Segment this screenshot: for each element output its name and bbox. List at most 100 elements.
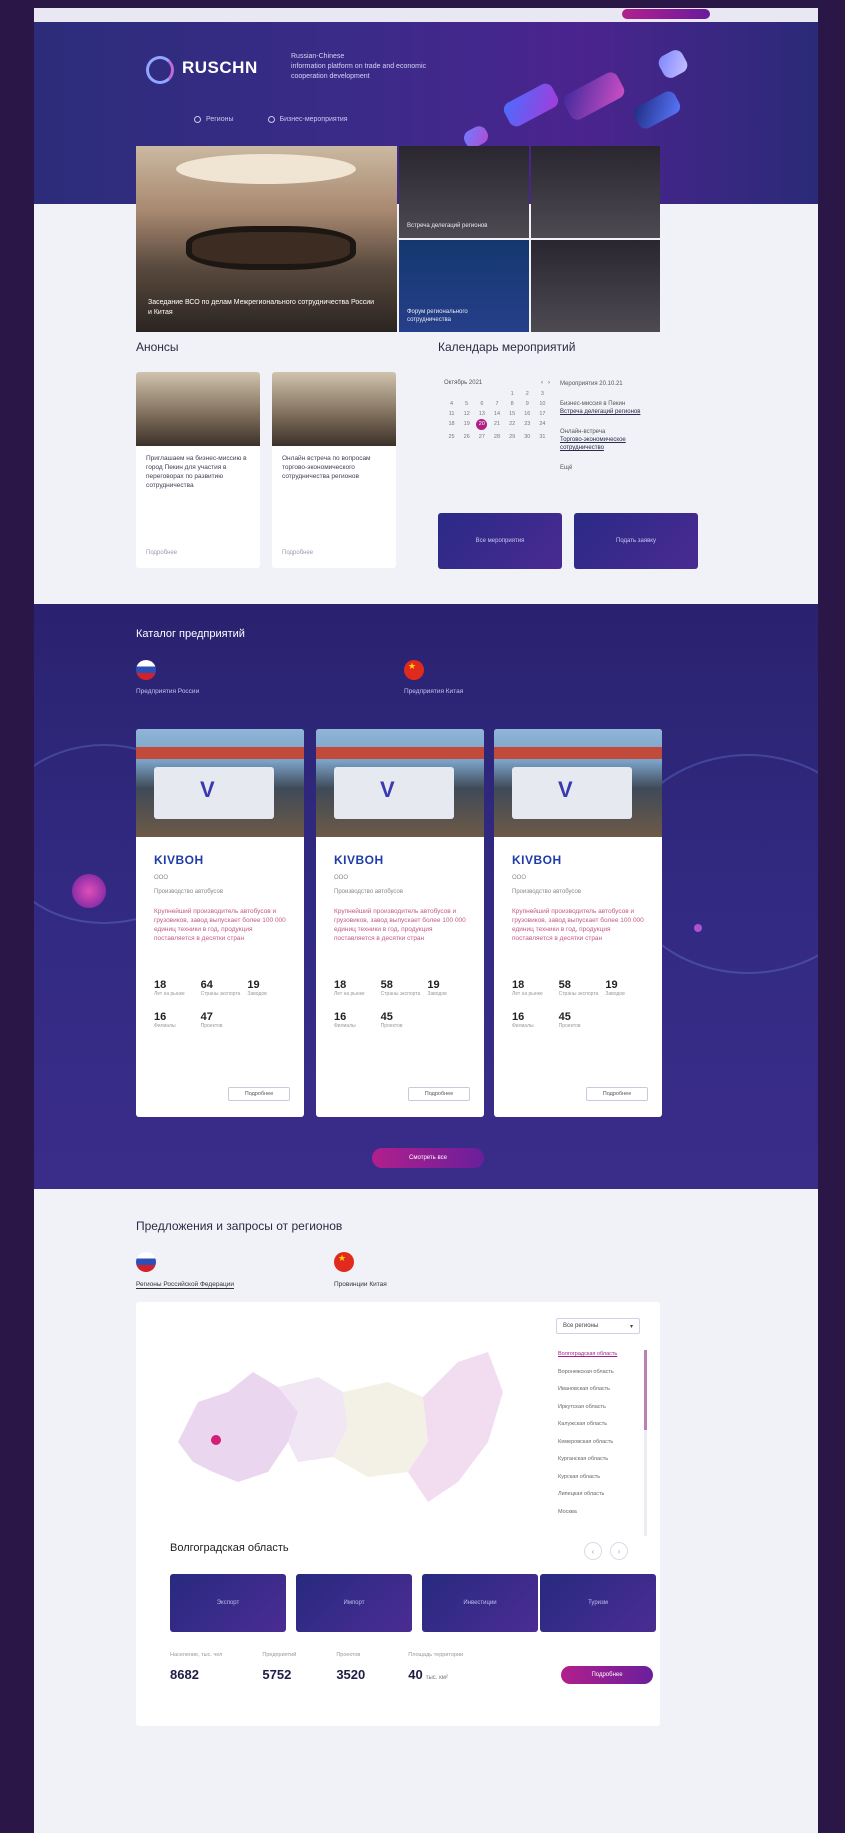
calendar-day[interactable]: 14 xyxy=(489,411,504,417)
calendar-day[interactable]: 6 xyxy=(474,401,489,407)
calendar-day[interactable]: 13 xyxy=(474,411,489,417)
region-list-item[interactable]: Калужская область xyxy=(558,1416,640,1434)
calendar-day[interactable]: 26 xyxy=(459,434,474,440)
top-action-button[interactable] xyxy=(622,9,710,19)
calendar-day[interactable]: 25 xyxy=(444,434,459,440)
prev-arrow-button[interactable]: ‹ xyxy=(584,1542,602,1560)
nav-item-regions[interactable]: Регионы xyxy=(194,116,234,123)
calendar-day[interactable]: 19 xyxy=(459,421,474,430)
company-card[interactable]: KIVBOH ООО Производство автобусов Крупне… xyxy=(316,729,484,1117)
calendar-day[interactable]: 10 xyxy=(535,401,550,407)
stat-value: 58 xyxy=(380,979,393,991)
russia-flag-icon xyxy=(136,660,156,680)
news-main-item[interactable]: Заседание ВСО по делам Межрегионального … xyxy=(136,146,397,332)
region-tile[interactable]: Экспорт xyxy=(170,1574,286,1632)
region-list-item[interactable]: Кемеровская область xyxy=(558,1434,640,1452)
calendar-day[interactable]: 29 xyxy=(505,434,520,440)
announcement-card[interactable]: Приглашаем на бизнес-миссию в город Пеки… xyxy=(136,372,260,568)
logo-icon[interactable] xyxy=(146,56,174,84)
tab-china-provinces[interactable]: Провинции Китая xyxy=(334,1252,387,1288)
region-list-item[interactable]: Воронежская область xyxy=(558,1364,640,1382)
region-list-item[interactable]: Москва xyxy=(558,1504,640,1522)
russia-map[interactable] xyxy=(158,1332,510,1532)
calendar-day[interactable]: 16 xyxy=(520,411,535,417)
stat-value: 19 xyxy=(605,979,618,991)
calendar-day[interactable]: 8 xyxy=(505,401,520,407)
map-region-siberia[interactable] xyxy=(333,1382,428,1477)
calendar-grid: 1 2 3 4 5 6 7 8 9 10 11 12 13 14 15 16 17 18 19 20 21 22 23 24 2… xyxy=(444,391,550,440)
calendar-prev-button[interactable]: ‹ xyxy=(541,380,543,386)
calendar-next-button[interactable]: › xyxy=(548,380,550,386)
news-item[interactable]: Встреча делегаций регионов xyxy=(399,146,529,238)
calendar-day[interactable]: 15 xyxy=(505,411,520,417)
show-all-companies-button[interactable]: Смотреть все xyxy=(372,1148,484,1168)
company-description: Крупнейший производитель автобусов и гру… xyxy=(334,908,466,942)
calendar-day[interactable]: 1 xyxy=(505,391,520,397)
calendar-day[interactable]: 7 xyxy=(489,401,504,407)
nav-item-events[interactable]: Бизнес-мероприятия xyxy=(267,116,348,123)
announcement-card[interactable]: Онлайн встреча по вопросам торгово-эконо… xyxy=(272,372,396,568)
tab-russia-companies[interactable]: Предприятия России xyxy=(136,660,199,695)
nav-label: Бизнес-мероприятия xyxy=(279,116,348,123)
news-item[interactable] xyxy=(530,240,660,332)
calendar-day[interactable]: 27 xyxy=(474,434,489,440)
company-stat: 16 Филиалы xyxy=(334,1011,381,1029)
company-stat: 19 Заводов xyxy=(427,979,474,997)
announcement-more-link[interactable]: Подробнее xyxy=(282,550,313,556)
region-list-item[interactable]: Ивановская область xyxy=(558,1381,640,1399)
events-more-link[interactable]: Ещё xyxy=(560,464,660,472)
stat-unit: тыс. км² xyxy=(425,1675,448,1681)
calendar-day[interactable]: 9 xyxy=(520,401,535,407)
event-item[interactable]: Бизнес-миссия в Пекин Встреча делегаций … xyxy=(560,400,660,416)
catalog-title: Каталог предприятий xyxy=(136,628,245,640)
news-item[interactable] xyxy=(530,146,660,238)
region-list-scroll-thumb[interactable] xyxy=(644,1350,647,1430)
company-details-button[interactable]: Подробнее xyxy=(408,1087,470,1101)
all-events-button[interactable]: Все мероприятия xyxy=(438,513,562,569)
event-item[interactable]: Онлайн-встреча Торгово-экономическое сот… xyxy=(560,428,660,452)
calendar-day[interactable]: 28 xyxy=(489,434,504,440)
region-list-item[interactable]: Курганская область xyxy=(558,1451,640,1469)
calendar-day[interactable]: 22 xyxy=(505,421,520,430)
region-list-item[interactable]: Волгоградская область xyxy=(558,1346,640,1364)
region-carousel-arrows: ‹ › xyxy=(584,1542,628,1560)
calendar-day[interactable]: 31 xyxy=(535,434,550,440)
calendar-day[interactable]: 11 xyxy=(444,411,459,417)
region-list-item[interactable]: Липецкая область xyxy=(558,1486,640,1504)
logo-text[interactable]: RUSCHN xyxy=(182,58,258,78)
region-tile[interactable]: Инвестиции xyxy=(422,1574,538,1632)
decor-orb xyxy=(694,924,702,932)
calendar-day[interactable]: 2 xyxy=(520,391,535,397)
region-details-button[interactable]: Подробнее xyxy=(561,1666,653,1684)
submit-request-button[interactable]: Подать заявку xyxy=(574,513,698,569)
calendar-day[interactable]: 18 xyxy=(444,421,459,430)
region-tile[interactable]: Туризм xyxy=(540,1574,656,1632)
company-card[interactable]: KIVBOH ООО Производство автобусов Крупне… xyxy=(136,729,304,1117)
calendar-day[interactable]: 20 xyxy=(476,419,488,430)
region-list-item[interactable]: Курская область xyxy=(558,1469,640,1487)
event-item[interactable]: Мероприятия 20.10.21 xyxy=(560,380,660,388)
calendar-day[interactable]: 30 xyxy=(520,434,535,440)
region-list-item[interactable]: Иркутская область xyxy=(558,1399,640,1417)
decor-card-shape xyxy=(501,80,561,130)
calendar-day[interactable]: 3 xyxy=(535,391,550,397)
tab-china-companies[interactable]: Предприятия Китая xyxy=(404,660,463,695)
tab-russian-regions[interactable]: Регионы Российской Федерации xyxy=(136,1252,235,1289)
calendar-day[interactable]: 23 xyxy=(520,421,535,430)
region-tile[interactable]: Импорт xyxy=(296,1574,412,1632)
calendar-day[interactable]: 21 xyxy=(489,421,504,430)
map-marker-selected[interactable] xyxy=(211,1435,221,1445)
region-select[interactable]: Все регионы ▾ xyxy=(556,1318,640,1334)
news-item[interactable]: Форум регионального сотрудничества xyxy=(399,240,529,332)
company-details-button[interactable]: Подробнее xyxy=(586,1087,648,1101)
calendar-day[interactable]: 5 xyxy=(459,401,474,407)
next-arrow-button[interactable]: › xyxy=(610,1542,628,1560)
announcement-more-link[interactable]: Подробнее xyxy=(146,550,177,556)
calendar-day[interactable]: 4 xyxy=(444,401,459,407)
calendar-day[interactable]: 12 xyxy=(459,411,474,417)
calendar-day xyxy=(489,391,504,397)
calendar-day[interactable]: 24 xyxy=(535,421,550,430)
company-card[interactable]: KIVBOH ООО Производство автобусов Крупне… xyxy=(494,729,662,1117)
company-details-button[interactable]: Подробнее xyxy=(228,1087,290,1101)
calendar-day[interactable]: 17 xyxy=(535,411,550,417)
